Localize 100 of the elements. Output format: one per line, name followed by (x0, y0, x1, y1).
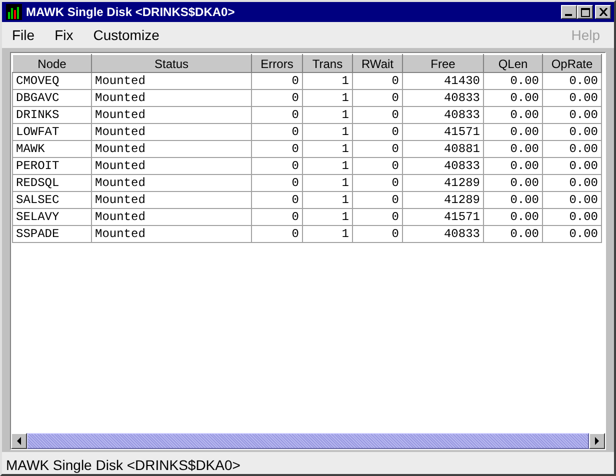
table-cell: SSPADE (12, 226, 92, 242)
table-cell: Mounted (92, 72, 252, 90)
table-cell: 0.00 (542, 90, 602, 106)
table-cell: Mounted (92, 226, 252, 242)
status-text: MAWK Single Disk <DRINKS$DKA0> (6, 457, 240, 473)
table-cell: 1 (302, 124, 352, 140)
table-cell: 1 (302, 72, 352, 90)
table-cell: 1 (302, 158, 352, 174)
column-header[interactable]: Status (92, 54, 252, 72)
table-cell: Mounted (92, 140, 252, 158)
table-cell: 40833 (402, 226, 484, 242)
table-cell: 0.00 (484, 90, 542, 106)
table-cell: 0 (252, 174, 302, 192)
column-header[interactable]: Node (12, 54, 92, 72)
table-cell: 41430 (402, 72, 484, 90)
table-cell: 0 (252, 140, 302, 158)
table-cell: 40833 (402, 158, 484, 174)
scrollbar-thumb[interactable] (27, 433, 589, 449)
table-cell: 40833 (402, 106, 484, 124)
table-cell: 0.00 (484, 140, 542, 158)
close-icon (598, 8, 608, 16)
minimize-button[interactable] (561, 5, 577, 19)
column-header[interactable]: Free (402, 54, 484, 72)
table-cell: 0 (352, 72, 402, 90)
table-cell: DBGAVC (12, 90, 92, 106)
column-header[interactable]: OpRate (542, 54, 602, 72)
scroll-right-button[interactable] (589, 433, 605, 449)
table-cell: Mounted (92, 124, 252, 140)
table-cell: 0 (252, 72, 302, 90)
column-header[interactable]: Trans (302, 54, 352, 72)
table-cell: LOWFAT (12, 124, 92, 140)
left-arrow-icon (16, 437, 22, 445)
table-cell: 0 (252, 192, 302, 208)
close-button[interactable] (595, 5, 611, 19)
table-cell: 1 (302, 208, 352, 226)
table-cell: 0.00 (484, 106, 542, 124)
table-cell: 0 (352, 158, 402, 174)
table-cell: 1 (302, 140, 352, 158)
table-cell: 1 (302, 226, 352, 242)
right-arrow-icon (594, 437, 600, 445)
table-cell: 0.00 (542, 106, 602, 124)
table-cell: 40881 (402, 140, 484, 158)
table-cell: 41571 (402, 208, 484, 226)
app-icon (6, 4, 22, 20)
menu-item[interactable]: Customize (85, 27, 168, 43)
table-cell: 0.00 (542, 140, 602, 158)
table-cell: CMOVEQ (12, 72, 92, 90)
table-cell: SALSEC (12, 192, 92, 208)
table-cell: 0 (352, 226, 402, 242)
table-cell: 0 (352, 174, 402, 192)
menu-item[interactable]: File (4, 27, 43, 43)
table-cell: 0 (252, 106, 302, 124)
table-cell: 1 (302, 90, 352, 106)
table-cell: 0.00 (542, 124, 602, 140)
scroll-left-button[interactable] (11, 433, 27, 449)
table-cell: 0 (352, 208, 402, 226)
table-cell: 41571 (402, 124, 484, 140)
table-cell: 41289 (402, 174, 484, 192)
table-cell: 0.00 (542, 158, 602, 174)
table-cell: 41289 (402, 192, 484, 208)
column-header[interactable]: Errors (252, 54, 302, 72)
table-cell: 0.00 (542, 174, 602, 192)
table-cell: 0 (252, 226, 302, 242)
table-cell: 0 (252, 90, 302, 106)
table-cell: Mounted (92, 192, 252, 208)
table-cell: 0.00 (542, 72, 602, 90)
table-cell: 0.00 (542, 208, 602, 226)
table-cell: Mounted (92, 208, 252, 226)
table-cell: PEROIT (12, 158, 92, 174)
table-cell: 0 (352, 124, 402, 140)
table-cell: 0.00 (542, 226, 602, 242)
table-cell: 1 (302, 192, 352, 208)
table-cell: 0 (252, 158, 302, 174)
maximize-icon (580, 8, 590, 16)
table-cell: DRINKS (12, 106, 92, 124)
table-cell: Mounted (92, 106, 252, 124)
window-title: MAWK Single Disk <DRINKS$DKA0> (26, 5, 236, 19)
table-cell: 0 (352, 192, 402, 208)
table-cell: Mounted (92, 174, 252, 192)
table-cell: 0 (252, 124, 302, 140)
maximize-button[interactable] (577, 5, 593, 19)
table-cell: 40833 (402, 90, 484, 106)
table-cell: 0 (352, 106, 402, 124)
table-cell: 0 (352, 140, 402, 158)
column-header[interactable]: QLen (484, 54, 542, 72)
table-cell: MAWK (12, 140, 92, 158)
table-cell: SELAVY (12, 208, 92, 226)
table-cell: Mounted (92, 158, 252, 174)
table-cell: 1 (302, 106, 352, 124)
table-cell: 0.00 (484, 72, 542, 90)
table-cell: 0.00 (542, 192, 602, 208)
table-cell: 0.00 (484, 208, 542, 226)
table-cell: 0 (352, 90, 402, 106)
table-cell: REDSQL (12, 174, 92, 192)
menu-item[interactable]: Fix (46, 27, 82, 43)
table-cell: 0.00 (484, 174, 542, 192)
table-cell: 1 (302, 174, 352, 192)
column-header[interactable]: RWait (352, 54, 402, 72)
table-cell: 0.00 (484, 226, 542, 242)
table-cell: 0.00 (484, 192, 542, 208)
